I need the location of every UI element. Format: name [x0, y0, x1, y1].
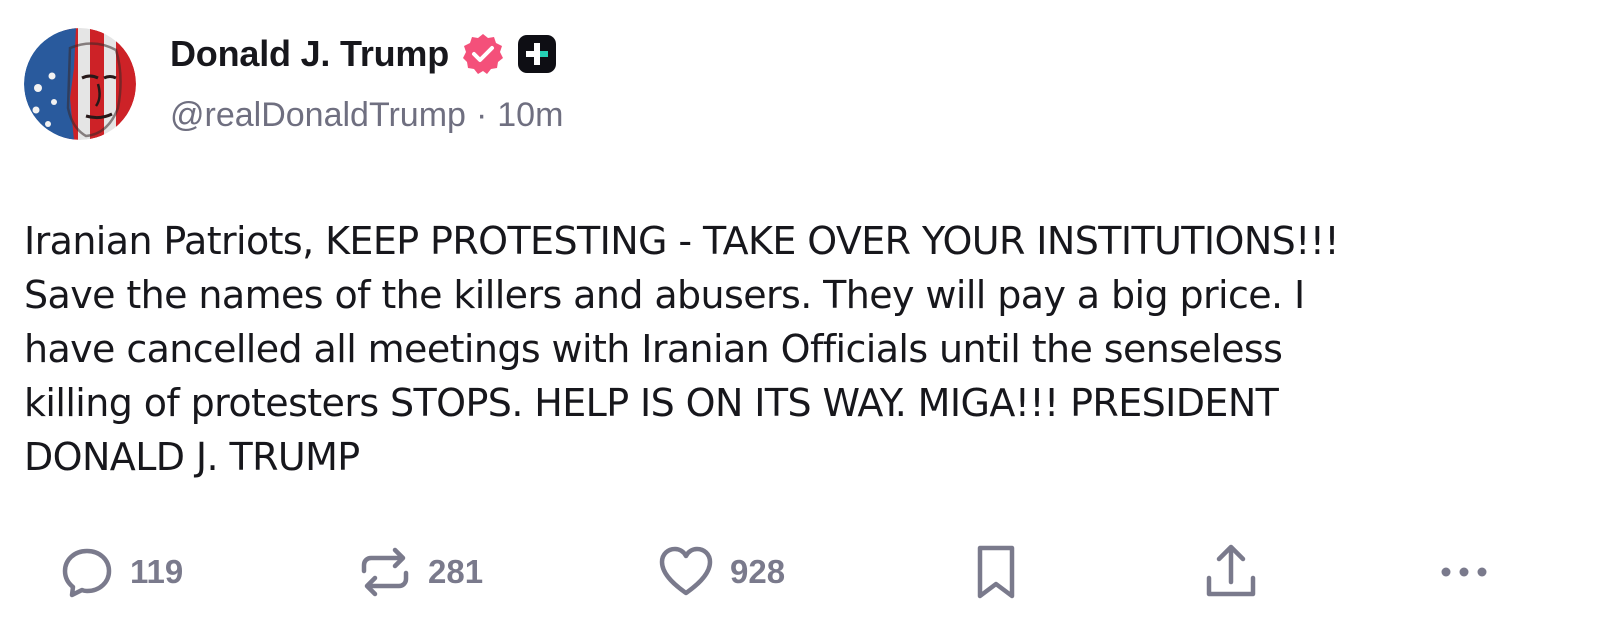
- bookmark-icon: [977, 545, 1015, 599]
- bookmark-button[interactable]: [968, 540, 1024, 604]
- verified-badge-icon: [461, 32, 505, 76]
- plus-badge-icon: [517, 34, 557, 74]
- repost-icon: [361, 547, 409, 597]
- more-button[interactable]: [1436, 540, 1496, 604]
- share-icon: [1206, 544, 1256, 597]
- like-button[interactable]: 928: [656, 540, 785, 604]
- post-card: Donald J. Trump @realDonaldTrump · 10m I…: [0, 0, 1600, 639]
- reply-button[interactable]: 119: [58, 540, 183, 604]
- repost-button[interactable]: 281: [356, 540, 483, 604]
- more-icon: [1441, 567, 1487, 577]
- post-timestamp[interactable]: 10m: [497, 96, 563, 135]
- share-button[interactable]: [1202, 540, 1260, 604]
- like-count: 928: [730, 553, 786, 590]
- author-name-row: Donald J. Trump: [170, 30, 557, 78]
- repost-count: 281: [428, 553, 484, 590]
- reply-icon: [62, 548, 112, 598]
- post-body: Iranian Patriots, KEEP PROTESTING - TAKE…: [24, 219, 1340, 479]
- heart-icon: [659, 546, 713, 596]
- flag-face-avatar-icon: [24, 28, 136, 140]
- reply-count: 119: [130, 553, 184, 590]
- meta-separator: ·: [475, 96, 488, 134]
- avatar[interactable]: [24, 28, 136, 140]
- author-meta: @realDonaldTrump · 10m: [170, 96, 563, 135]
- action-bar: 119 281 928: [0, 540, 1600, 604]
- author-handle[interactable]: @realDonaldTrump: [170, 96, 466, 135]
- author-display-name[interactable]: Donald J. Trump: [170, 33, 449, 75]
